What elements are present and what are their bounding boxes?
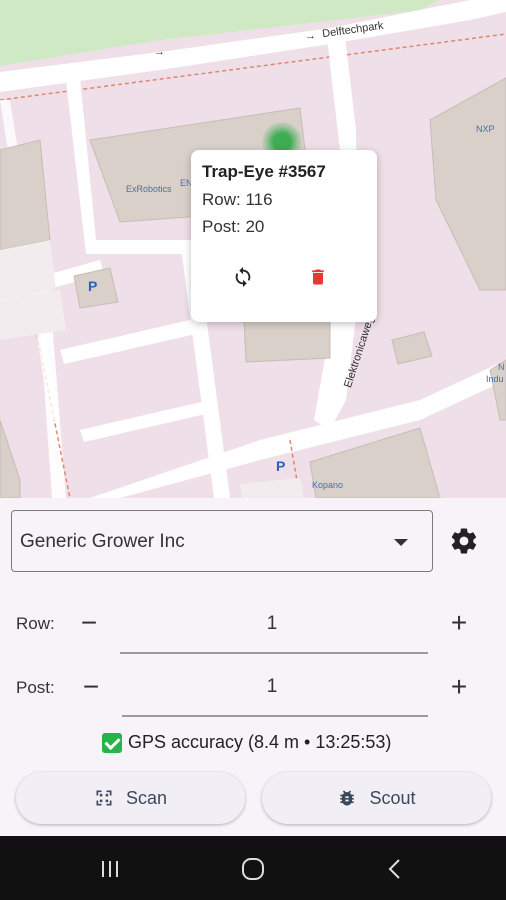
poi-label-nxp: NXP [476,124,495,134]
grower-select[interactable]: Generic Grower Inc [11,510,433,572]
trap-post: Post: 20 [202,217,265,236]
chevron-down-icon [394,539,408,546]
scan-button-label: Scan [125,787,168,808]
scout-button[interactable]: Scout [262,772,491,824]
poi-label-kopano: Kopano [312,480,344,490]
home-icon[interactable] [240,856,266,882]
arrow-right-icon: → [154,46,165,58]
scan-button[interactable]: Scan [16,772,245,824]
gear-icon[interactable] [449,526,479,556]
post-input-underline [122,715,428,717]
control-panel: Generic Grower Inc Row: − 1 + Post: − 1 … [0,498,506,836]
delete-icon[interactable] [308,266,338,296]
arrow-right-icon: → [305,30,316,42]
row-increment-button[interactable]: + [444,608,474,638]
row-label: Row: [16,614,55,633]
row-input-underline [120,652,428,654]
post-increment-button[interactable]: + [444,672,474,702]
recent-apps-icon[interactable] [97,856,123,882]
post-value[interactable]: 1 [252,676,292,698]
gps-status: GPS accuracy (8.4 m • 13:25:53) [102,732,391,753]
row-value[interactable]: 1 [252,613,292,635]
grower-select-value: Generic Grower Inc [20,531,185,552]
system-nav-bar [0,836,506,900]
poi-label-n: N [498,362,505,372]
parking-icon: P [276,458,286,474]
trap-row: Row: 116 [202,190,273,209]
parking-icon: P [88,278,98,294]
map-view[interactable]: Delftechpark → → Elektronicaweg ExRoboti… [0,0,506,498]
refresh-icon[interactable] [232,266,262,296]
gps-accuracy-text: GPS accuracy (8.4 m • 13:25:53) [128,732,392,752]
scan-icon [96,790,112,806]
app-screen: Delftechpark → → Elektronicaweg ExRoboti… [0,0,506,900]
row-decrement-button[interactable]: − [74,608,104,638]
trap-popup: Trap-Eye #3567 Row: 116 Post: 20 [191,150,377,322]
back-icon[interactable] [382,856,408,882]
check-icon [102,732,122,753]
poi-label-indu: Indu [486,374,504,384]
poi-label-exrobotics: ExRobotics [126,184,172,194]
bug-icon [340,790,355,806]
trap-title: Trap-Eye #3567 [202,162,326,181]
post-label: Post: [16,678,55,697]
scout-button-label: Scout [369,787,416,808]
post-decrement-button[interactable]: − [76,672,106,702]
